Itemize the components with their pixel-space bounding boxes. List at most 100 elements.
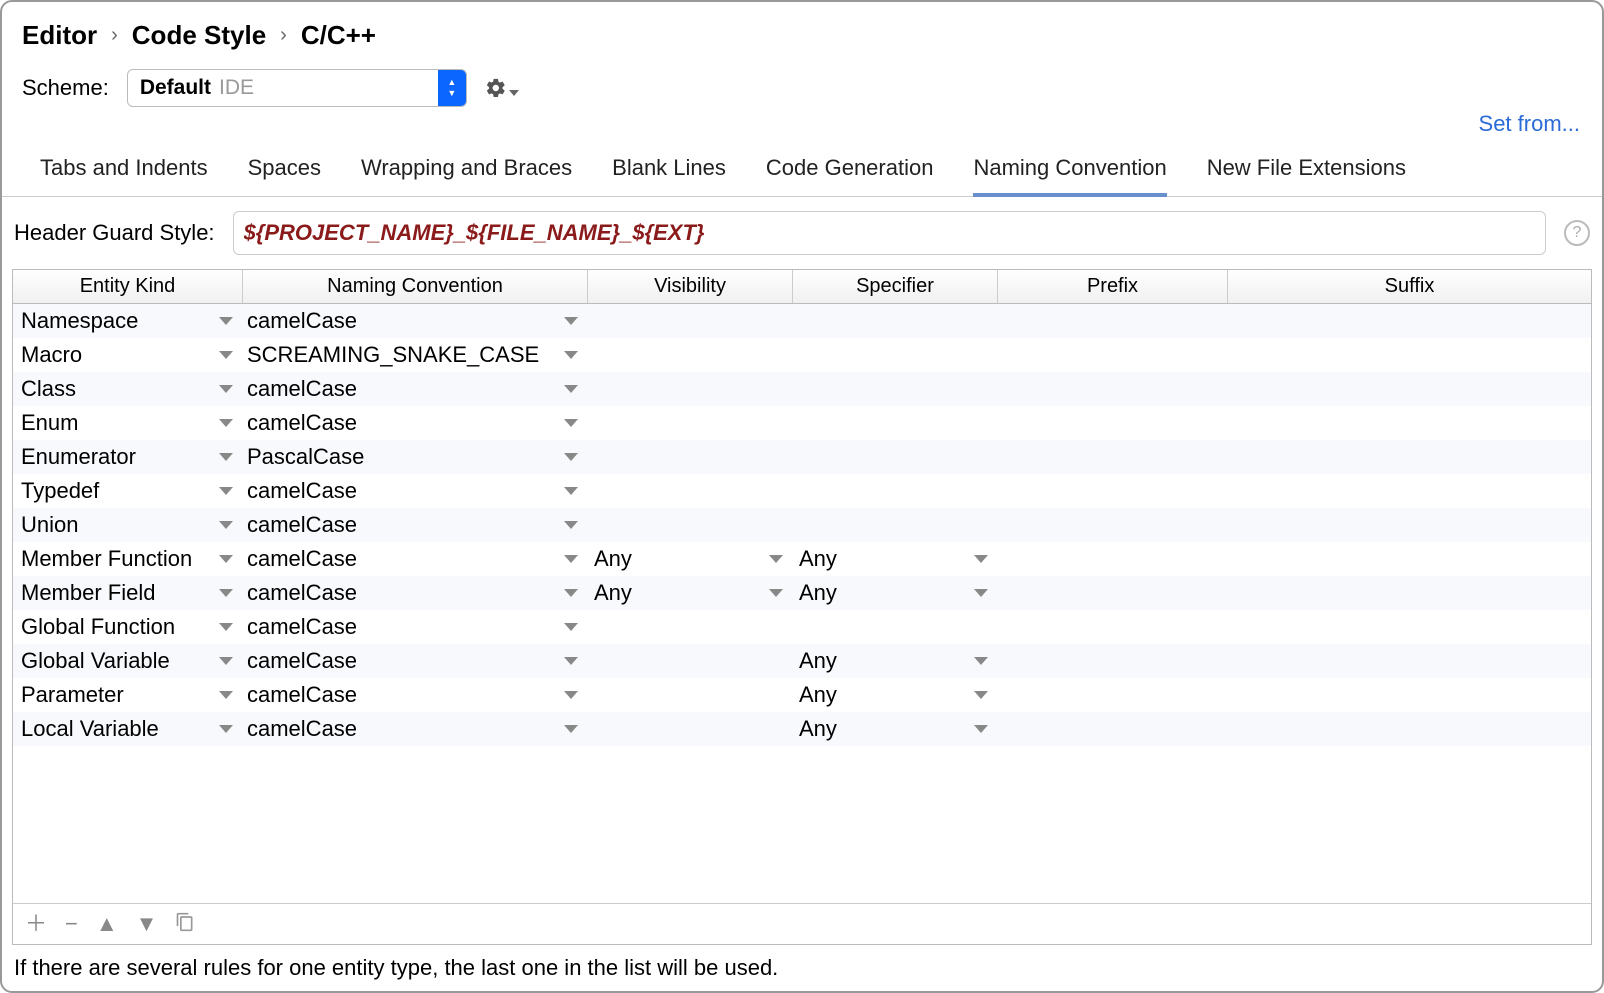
chevron-down-icon[interactable] — [219, 385, 233, 393]
cell-value: Enumerator — [21, 444, 136, 470]
col-header[interactable]: Naming Convention — [243, 270, 588, 303]
table-row[interactable]: Local VariablecamelCaseAny — [13, 712, 1591, 746]
tab-wrapping-and-braces[interactable]: Wrapping and Braces — [361, 155, 572, 196]
chevron-down-icon[interactable] — [974, 725, 988, 733]
table-row[interactable]: Member FieldcamelCaseAnyAny — [13, 576, 1591, 610]
chevron-down-icon[interactable] — [564, 317, 578, 325]
table-body: NamespacecamelCase Macro SCREAMING_SNAKE_C… — [13, 304, 1591, 903]
cell-value: camelCase — [247, 546, 357, 572]
cell-value: Typedef — [21, 478, 99, 504]
tabs: Tabs and Indents Spaces Wrapping and Brace… — [2, 141, 1602, 197]
chevron-down-icon[interactable] — [219, 487, 233, 495]
chevron-down-icon[interactable] — [219, 657, 233, 665]
tab-tabs-and-indents[interactable]: Tabs and Indents — [40, 155, 208, 196]
tab-naming-convention[interactable]: Naming Convention — [973, 155, 1166, 197]
header-guard-input[interactable] — [233, 211, 1546, 255]
breadcrumb-item[interactable]: Code Style — [132, 20, 266, 51]
chevron-down-icon[interactable] — [564, 351, 578, 359]
cell-value: Macro — [21, 342, 82, 368]
help-icon[interactable]: ? — [1564, 220, 1590, 246]
chevron-down-icon[interactable] — [564, 385, 578, 393]
scheme-scope: IDE — [219, 76, 254, 100]
settings-panel: Editor › Code Style › C/C++ Scheme: Defa… — [0, 0, 1604, 993]
chevron-down-icon[interactable] — [564, 487, 578, 495]
cell-value: Any — [799, 580, 837, 606]
chevron-down-icon[interactable] — [219, 555, 233, 563]
chevron-down-icon[interactable] — [219, 623, 233, 631]
chevron-right-icon: › — [280, 24, 287, 47]
chevron-down-icon[interactable] — [219, 453, 233, 461]
scheme-actions-button[interactable] — [485, 77, 519, 99]
chevron-down-icon[interactable] — [769, 589, 783, 597]
table-row[interactable]: NamespacecamelCase — [13, 304, 1591, 338]
move-down-icon[interactable]: ▼ — [136, 913, 158, 935]
cell-value: camelCase — [247, 376, 357, 402]
copy-icon[interactable] — [175, 912, 195, 936]
chevron-down-icon[interactable] — [974, 691, 988, 699]
set-from-link[interactable]: Set from... — [1479, 111, 1580, 137]
chevron-down-icon[interactable] — [219, 691, 233, 699]
chevron-down-icon[interactable] — [974, 589, 988, 597]
table-row[interactable]: Global VariablecamelCaseAny — [13, 644, 1591, 678]
gear-icon — [485, 77, 507, 99]
col-header[interactable]: Suffix — [1228, 270, 1591, 303]
chevron-down-icon[interactable] — [564, 453, 578, 461]
chevron-down-icon[interactable] — [564, 657, 578, 665]
cell-value: SCREAMING_SNAKE_CASE — [247, 342, 539, 368]
table-row[interactable]: EnumeratorPascalCase — [13, 440, 1591, 474]
cell-value: Any — [594, 580, 632, 606]
cell-value: camelCase — [247, 478, 357, 504]
chevron-down-icon[interactable] — [564, 589, 578, 597]
add-icon[interactable]: ＋ — [25, 913, 47, 935]
table-row[interactable]: UnioncamelCase — [13, 508, 1591, 542]
remove-icon[interactable]: − — [65, 913, 78, 935]
cell-value: Parameter — [21, 682, 124, 708]
chevron-down-icon[interactable] — [219, 351, 233, 359]
table-row[interactable]: Parameter camelCase Any — [13, 678, 1591, 712]
table-row[interactable]: Macro SCREAMING_SNAKE_CASE — [13, 338, 1591, 372]
cell-value: Member Field — [21, 580, 155, 606]
tab-spaces[interactable]: Spaces — [248, 155, 321, 196]
chevron-down-icon[interactable] — [219, 725, 233, 733]
col-header[interactable]: Specifier — [793, 270, 998, 303]
chevron-down-icon[interactable] — [564, 725, 578, 733]
chevron-down-icon[interactable] — [219, 589, 233, 597]
chevron-down-icon[interactable] — [564, 555, 578, 563]
tab-blank-lines[interactable]: Blank Lines — [612, 155, 726, 196]
header-guard-row: Header Guard Style: ? — [2, 197, 1602, 269]
cell-value: camelCase — [247, 308, 357, 334]
chevron-down-icon[interactable] — [769, 555, 783, 563]
chevron-down-icon[interactable] — [564, 623, 578, 631]
chevron-down-icon[interactable] — [219, 317, 233, 325]
scheme-value: Default — [140, 76, 211, 100]
cell-value: Enum — [21, 410, 78, 436]
table-row[interactable]: Class camelCase — [13, 372, 1591, 406]
table-row[interactable]: Typedef camelCase — [13, 474, 1591, 508]
cell-value: Any — [799, 682, 837, 708]
cell-value: Member Function — [21, 546, 192, 572]
table-row[interactable]: Member FunctioncamelCaseAnyAny — [13, 542, 1591, 576]
chevron-down-icon[interactable] — [974, 657, 988, 665]
scheme-select[interactable]: Default IDE ▲▼ — [127, 69, 467, 107]
move-up-icon[interactable]: ▲ — [96, 913, 118, 935]
chevron-down-icon[interactable] — [219, 419, 233, 427]
breadcrumb-item[interactable]: C/C++ — [301, 20, 376, 51]
chevron-down-icon[interactable] — [564, 691, 578, 699]
table-header: Entity Kind Naming Convention Visibility… — [13, 270, 1591, 304]
chevron-down-icon[interactable] — [219, 521, 233, 529]
table-row[interactable]: Global FunctioncamelCase — [13, 610, 1591, 644]
tab-code-generation[interactable]: Code Generation — [766, 155, 934, 196]
chevron-down-icon[interactable] — [564, 521, 578, 529]
scheme-label: Scheme: — [22, 75, 109, 101]
chevron-down-icon[interactable] — [564, 419, 578, 427]
col-header[interactable]: Entity Kind — [13, 270, 243, 303]
cell-value: camelCase — [247, 682, 357, 708]
cell-value: Class — [21, 376, 76, 402]
tab-new-file-extensions[interactable]: New File Extensions — [1207, 155, 1406, 196]
cell-value: Any — [594, 546, 632, 572]
table-row[interactable]: EnumcamelCase — [13, 406, 1591, 440]
col-header[interactable]: Prefix — [998, 270, 1228, 303]
col-header[interactable]: Visibility — [588, 270, 793, 303]
breadcrumb-item[interactable]: Editor — [22, 20, 97, 51]
chevron-down-icon[interactable] — [974, 555, 988, 563]
